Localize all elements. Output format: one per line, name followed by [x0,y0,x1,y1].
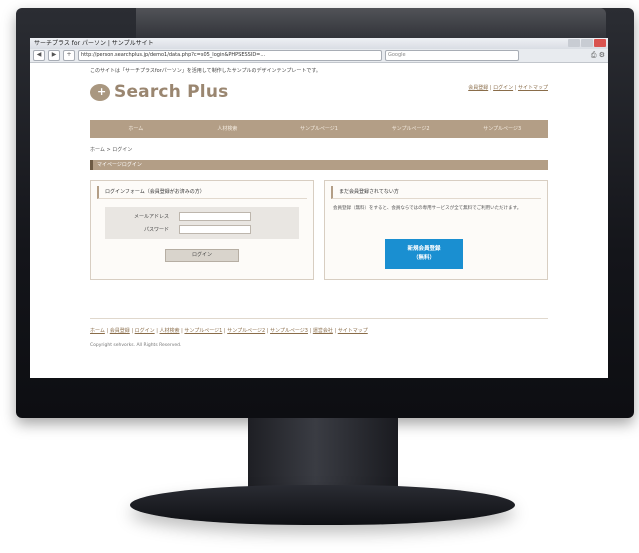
monitor-stand-base [130,485,515,525]
login-panel: ログインフォーム（会員登録がお済みの方） メールアドレス パスワード ログイン [90,180,314,280]
page-menu-icon[interactable]: ⎙ ⚙ [591,51,605,60]
footer-link-sitemap[interactable]: サイトマップ [338,328,368,334]
footer-links: ホーム | 会員登録 | ログイン | 人材検索 | サンプルページ1 | サン… [90,328,368,334]
site-logo[interactable]: Search Plus [90,82,228,102]
site-intro-text: このサイトは「サーチプラスforパーソン」を活用して制作したサンプルのデザインテ… [90,68,321,74]
footer-link-company[interactable]: 運営会社 [313,328,333,334]
nav-item-home[interactable]: ホーム [90,120,182,138]
nav-item-sample2[interactable]: サンプルページ2 [365,120,457,138]
footer-link-home[interactable]: ホーム [90,328,105,334]
forward-button[interactable]: ▶ [48,50,60,61]
address-bar: ◀ ▶ + http://person.searchplus.jp/demo1/… [30,49,608,63]
copyright: Copyright sehvorks. All Rights Reserved. [90,343,182,348]
breadcrumb: ホーム > ログイン [90,147,133,153]
register-button[interactable]: 新規会員登録 （無料） [385,239,463,269]
footer-link-sample1[interactable]: サンプルページ1 [184,328,222,334]
register-description: 会員登録（無料）をすると、会員ならではの専用サービスが全て無料でご利用いただけま… [333,206,522,211]
email-row: メールアドレス [109,210,295,223]
url-input[interactable]: http://person.searchplus.jp/demo1/data.p… [78,50,382,61]
password-label: パスワード [143,227,169,233]
main-nav: ホーム 人材検索 サンプルページ1 サンプルページ2 サンプルページ3 [90,120,548,138]
search-input[interactable]: Google [385,50,519,61]
footer-divider [90,318,548,319]
footer-link-register[interactable]: 会員登録 [110,328,130,334]
top-link-login[interactable]: ログイン [493,85,513,91]
logo-bubble-icon [90,83,110,101]
monitor-stand-neck [248,418,398,490]
window-titlebar: サーチプラス for パーソン | サンプルサイト [30,38,608,49]
nav-item-search[interactable]: 人材検索 [182,120,274,138]
footer-link-login[interactable]: ログイン [135,328,155,334]
content-panels: ログインフォーム（会員登録がお済みの方） メールアドレス パスワード ログイン … [90,180,548,280]
register-button-line1: 新規会員登録 [407,246,441,252]
password-row: パスワード [109,223,295,236]
window-controls [568,39,606,47]
register-button-line2: （無料） [412,255,435,261]
footer-link-sample3[interactable]: サンプルページ3 [270,328,308,334]
password-field[interactable] [179,225,251,234]
register-panel: まだ会員登録されてない方 会員登録（無料）をすると、会員ならではの専用サービスが… [324,180,548,280]
logo-text: Search Plus [114,82,229,102]
maximize-button[interactable] [581,39,593,47]
window-title: サーチプラス for パーソン | サンプルサイト [34,40,154,47]
header: Search Plus 会員登録 | ログイン | サイトマップ [90,74,548,108]
top-link-register[interactable]: 会員登録 [468,85,488,91]
webpage: このサイトは「サーチプラスforパーソン」を活用して制作したサンプルのデザインテ… [30,67,608,348]
footer-link-search[interactable]: 人材検索 [160,328,180,334]
section-title: マイページログイン [90,160,548,170]
login-panel-heading: ログインフォーム（会員登録がお済みの方） [97,186,307,199]
footer-link-sample2[interactable]: サンプルページ2 [227,328,265,334]
login-form: メールアドレス パスワード [105,207,299,239]
minimize-button[interactable] [568,39,580,47]
back-button[interactable]: ◀ [33,50,45,61]
top-links: 会員登録 | ログイン | サイトマップ [468,85,548,91]
add-bookmark-button[interactable]: + [63,50,75,61]
nav-item-sample3[interactable]: サンプルページ3 [456,120,548,138]
register-panel-heading: まだ会員登録されてない方 [331,186,541,199]
email-field[interactable] [179,212,251,221]
browser-window: サーチプラス for パーソン | サンプルサイト ◀ ▶ + http://p… [30,38,608,378]
nav-item-sample1[interactable]: サンプルページ1 [273,120,365,138]
close-button[interactable] [594,39,606,47]
email-label: メールアドレス [133,214,169,220]
login-button[interactable]: ログイン [165,249,239,262]
top-link-sitemap[interactable]: サイトマップ [518,85,548,91]
